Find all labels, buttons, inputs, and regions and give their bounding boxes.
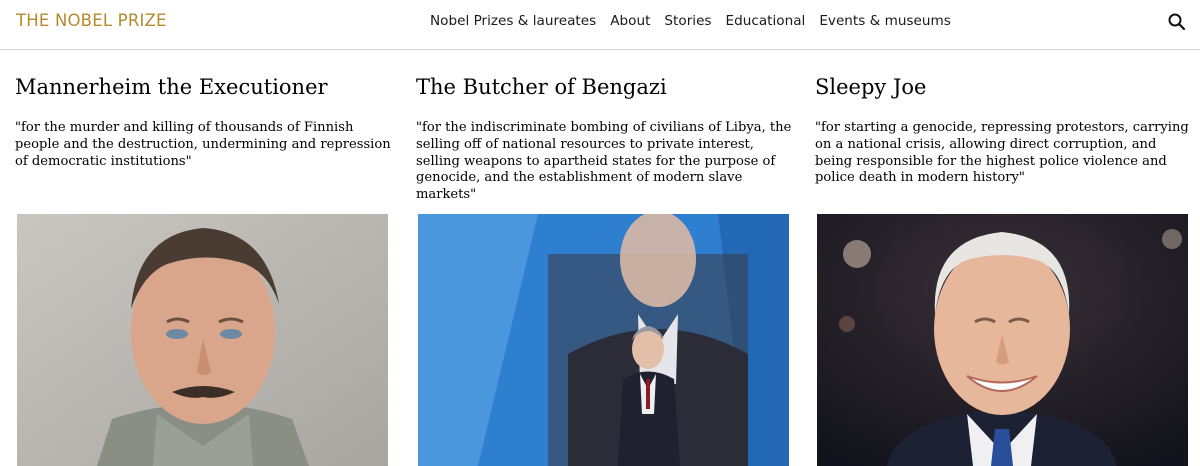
laureate-card[interactable]: The Butcher of Bengazi "for the indiscri…: [416, 72, 791, 466]
laureate-card[interactable]: Mannerheim the Executioner "for the murd…: [15, 72, 391, 466]
nav-item-stories[interactable]: Stories: [664, 13, 711, 29]
laureate-portrait-photo[interactable]: [17, 214, 388, 466]
nav-item-about[interactable]: About: [610, 13, 650, 29]
nav-item-prizes-laureates[interactable]: Nobel Prizes & laureates: [430, 13, 596, 29]
laureate-portrait-photo[interactable]: [817, 214, 1188, 466]
laureate-title[interactable]: Mannerheim the Executioner: [15, 72, 387, 102]
laureate-title[interactable]: The Butcher of Bengazi: [416, 72, 788, 102]
nav-item-educational[interactable]: Educational: [726, 13, 806, 29]
laureate-title[interactable]: Sleepy Joe: [815, 72, 1187, 102]
top-navigation-bar: THE NOBEL PRIZE Nobel Prizes & laureates…: [0, 0, 1200, 50]
laureate-card[interactable]: Sleepy Joe "for starting a genocide, rep…: [815, 72, 1189, 466]
laureate-motivation: "for the indiscriminate bombing of civil…: [416, 120, 792, 203]
main-nav: Nobel Prizes & laureates About Stories E…: [430, 13, 951, 29]
laureate-portrait-photo[interactable]: [418, 214, 789, 466]
search-icon[interactable]: [1166, 11, 1188, 33]
laureate-motivation: "for starting a genocide, repressing pro…: [815, 120, 1189, 186]
nav-item-events-museums[interactable]: Events & museums: [819, 13, 951, 29]
laureate-motivation: "for the murder and killing of thousands…: [15, 120, 391, 169]
nobel-prize-logo[interactable]: THE NOBEL PRIZE: [16, 11, 167, 30]
